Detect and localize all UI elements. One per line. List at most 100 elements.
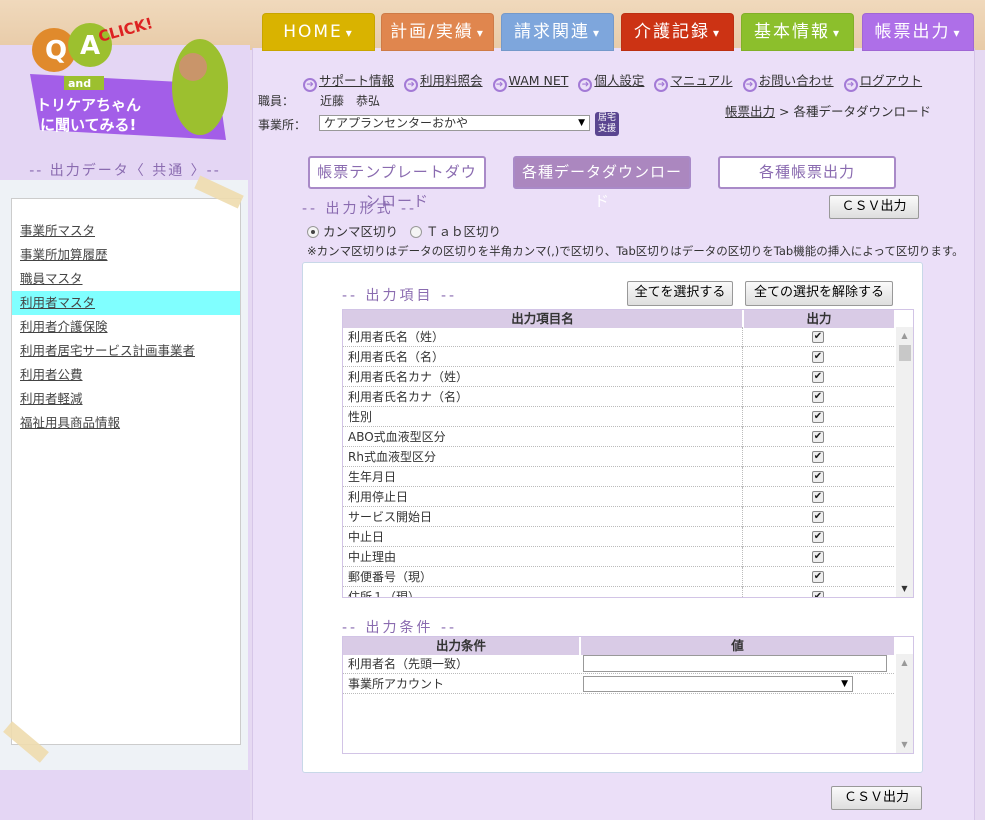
csv-output-button-top[interactable]: ＣＳＶ出力 [829, 195, 919, 219]
header-link[interactable]: ➜ マニュアル [654, 73, 733, 92]
items-scrollbar[interactable]: ▲ ▼ [896, 327, 913, 597]
item-row: ABO式血液型区分 ✔ [343, 427, 894, 447]
caret-down-icon: ▾ [476, 26, 485, 40]
sidebar-item[interactable]: 事業所マスタ [12, 219, 240, 243]
col-output: 出力 [744, 310, 894, 328]
header-link[interactable]: ➜ 利用料照会 [404, 73, 483, 92]
breadcrumb-parent[interactable]: 帳票出力 [725, 104, 775, 119]
sidebar-item[interactable]: 職員マスタ [12, 267, 240, 291]
conditions-title: -- 出力条件 -- [342, 620, 458, 636]
nav-tab-label: HOME [283, 22, 343, 42]
header-link-label: マニュアル [670, 73, 733, 88]
output-checkbox[interactable]: ✔ [812, 351, 824, 363]
output-checkbox[interactable]: ✔ [812, 571, 824, 583]
chevron-down-icon: ▼ [841, 679, 848, 689]
nav-tab-5[interactable]: 帳票出力 ▾ [862, 13, 974, 51]
tab-template-download[interactable]: 帳票テンプレートダウンロード [308, 156, 486, 210]
header-link[interactable]: ➜ 個人設定 [578, 73, 644, 92]
logo-a: A [80, 31, 100, 61]
logo-click: CLICK! [96, 14, 154, 46]
item-row: サービス開始日 ✔ [343, 507, 894, 527]
arrow-right-icon: ➜ [843, 78, 858, 92]
item-row: Rh式血液型区分 ✔ [343, 447, 894, 467]
nav-tab-3[interactable]: 介護記録 ▾ [621, 13, 734, 51]
deselect-all-button[interactable]: 全ての選択を解除する [745, 281, 893, 306]
office-select-value: ケアプランセンターおかや [324, 116, 469, 130]
sidebar-title: -- 出力データ〈 共通 〉-- [29, 163, 221, 179]
tab-form-output[interactable]: 各種帳票出力 [718, 156, 896, 189]
sidebar-item[interactable]: 利用者居宅サービス計画事業者 [12, 339, 240, 363]
condition-name: 利用者名（先頭一致） [348, 657, 469, 671]
item-name: ABO式血液型区分 [348, 430, 446, 444]
header-link[interactable]: ➜ WAM NET [492, 73, 568, 92]
output-checkbox[interactable]: ✔ [812, 551, 824, 563]
sidebar-item[interactable]: 利用者介護保険 [12, 315, 240, 339]
csv-output-button-bottom[interactable]: ＣＳＶ出力 [831, 786, 922, 810]
output-checkbox[interactable]: ✔ [812, 431, 824, 443]
chevron-down-icon: ▼ [578, 118, 585, 128]
caret-down-icon: ▾ [592, 26, 602, 40]
scroll-down-icon[interactable]: ▼ [896, 740, 913, 749]
scroll-up-icon[interactable]: ▲ [896, 658, 913, 667]
breadcrumb-current: 各種データダウンロード [793, 104, 931, 119]
output-checkbox[interactable]: ✔ [812, 491, 824, 503]
caret-down-icon: ▾ [953, 26, 962, 40]
arrow-right-icon: ➜ [654, 78, 669, 92]
condition-row: 利用者名（先頭一致） [343, 654, 894, 674]
nav-tab-4[interactable]: 基本情報 ▾ [741, 13, 854, 51]
format-note: ※カンマ区切りはデータの区切りを半角カンマ(,)で区切り、Tab区切りはデータの… [307, 244, 964, 258]
output-checkbox[interactable]: ✔ [812, 331, 824, 343]
sidebar-item[interactable]: 事業所加算履歴 [12, 243, 240, 267]
header-link[interactable]: ➜ お問い合わせ [742, 73, 834, 92]
header-link-label: ログアウト [859, 73, 923, 88]
items-table: 出力項目名 出力 利用者氏名（姓） ✔ 利用者氏名（名） ✔ 利用者氏名カナ（姓） ✔ 利用… [342, 309, 914, 598]
office-account-select[interactable]: ▼ [583, 676, 853, 692]
items-title: -- 出力項目 -- [342, 288, 458, 304]
conditions-scrollbar[interactable]: ▲ ▼ [896, 654, 913, 753]
select-all-button[interactable]: 全てを選択する [627, 281, 733, 306]
nav-tab-0[interactable]: HOME ▾ [262, 13, 375, 51]
header-link[interactable]: ➜ サポート情報 [303, 73, 394, 92]
output-checkbox[interactable]: ✔ [812, 531, 824, 543]
item-name: 中止日 [348, 530, 385, 544]
tab-data-download[interactable]: 各種データダウンロード [513, 156, 691, 210]
qa-logo[interactable]: Q A CLICK! and トリケアちゃん に聞いてみる! [28, 12, 233, 140]
col-value: 値 [581, 637, 894, 655]
user-name-input[interactable] [583, 655, 887, 672]
item-row: 利用停止日 ✔ [343, 487, 894, 507]
output-checkbox[interactable]: ✔ [812, 451, 824, 463]
item-row: 利用者氏名（名） ✔ [343, 347, 894, 367]
output-checkbox[interactable]: ✔ [812, 411, 824, 423]
output-checkbox[interactable]: ✔ [812, 471, 824, 483]
logo-line2: に聞いてみる! [40, 116, 136, 134]
office-select[interactable]: ケアプランセンターおかや ▼ [319, 115, 590, 131]
scroll-down-icon[interactable]: ▼ [896, 584, 913, 593]
scroll-thumb[interactable] [899, 345, 911, 361]
logo-q: Q [45, 36, 67, 66]
item-name: 利用者氏名（姓） [348, 330, 445, 344]
nav-tab-label: 帳票出力 [874, 22, 951, 42]
sidebar-item[interactable]: 利用者軽減 [12, 387, 240, 411]
sidebar-item[interactable]: 利用者公費 [12, 363, 240, 387]
output-checkbox[interactable]: ✔ [812, 591, 824, 597]
output-checkbox[interactable]: ✔ [812, 371, 824, 383]
sidebar-item[interactable]: 福祉用具商品情報 [12, 411, 240, 435]
output-checkbox[interactable]: ✔ [812, 511, 824, 523]
caret-down-icon: ▾ [345, 26, 354, 40]
col-item-name: 出力項目名 [343, 310, 742, 328]
nav-tab-2[interactable]: 請求関連 ▾ [501, 13, 614, 51]
header-link[interactable]: ➜ ログアウト [843, 73, 923, 92]
item-name: サービス開始日 [348, 510, 433, 524]
comma-radio[interactable]: カンマ区切り [307, 224, 398, 239]
sidebar-item[interactable]: 利用者マスタ [12, 291, 240, 315]
nav-tab-1[interactable]: 計画/実績 ▾ [381, 13, 494, 51]
item-row: 利用者氏名カナ（姓） ✔ [343, 367, 894, 387]
comma-radio-label: カンマ区切り [323, 224, 399, 239]
header-link-label: 利用料照会 [420, 73, 483, 88]
output-checkbox[interactable]: ✔ [812, 391, 824, 403]
radio-icon [307, 226, 319, 238]
tab-radio[interactable]: Ｔａｂ区切り [410, 224, 501, 239]
item-row: 住所１（現） ✔ [343, 587, 894, 597]
scroll-up-icon[interactable]: ▲ [896, 331, 913, 340]
item-name: 利用者氏名カナ（名） [348, 390, 469, 404]
